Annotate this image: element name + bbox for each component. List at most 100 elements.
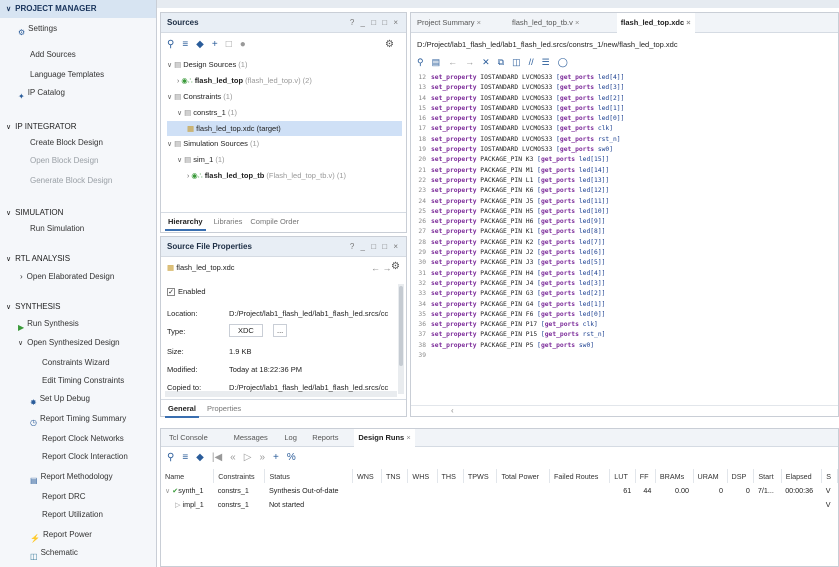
search-icon[interactable]: ⚲ xyxy=(167,452,174,463)
column-header[interactable]: Status xyxy=(264,469,353,483)
column-header[interactable]: FF xyxy=(635,469,656,483)
column-header[interactable]: Name xyxy=(161,469,215,483)
prev-icon[interactable]: « xyxy=(230,452,236,463)
column-header[interactable]: Failed Routes xyxy=(549,469,611,483)
bottom-tab[interactable]: Messages xyxy=(230,429,272,447)
column-header[interactable]: S xyxy=(821,469,838,483)
column-header[interactable]: Elapsed xyxy=(781,469,823,483)
copy-icon[interactable]: ⧉ xyxy=(498,57,504,67)
column-header[interactable]: THS xyxy=(437,469,464,483)
nav-item[interactable]: ∨ Open Synthesized Design xyxy=(0,334,120,352)
gear-icon[interactable]: ⚙ xyxy=(385,37,394,53)
tree-row[interactable]: ∨ ▤ Constraints (1) xyxy=(167,89,402,105)
chevron-down-icon[interactable]: ∨ xyxy=(6,6,11,13)
comment-icon[interactable]: // xyxy=(529,57,534,67)
chevron-down-icon[interactable]: ∨ xyxy=(18,340,23,347)
nav-item[interactable]: ▤ Report Methodology xyxy=(0,468,113,486)
editor-tab[interactable]: Project Summary × xyxy=(413,13,485,33)
panel-controls[interactable]: ? _ □ □ × xyxy=(350,13,400,33)
column-header[interactable]: TNS xyxy=(381,469,409,483)
nav-item[interactable]: ⚙ Settings xyxy=(0,20,57,38)
nav-item[interactable]: ⚡ Report Power xyxy=(0,526,92,544)
undo-icon[interactable]: ← xyxy=(448,57,457,67)
column-header[interactable]: WHS xyxy=(407,469,438,483)
nav-item[interactable]: › Open Elaborated Design xyxy=(0,268,114,286)
tree-row[interactable]: › ◉∴ flash_led_top (flash_led_top.v) (2) xyxy=(167,73,402,89)
nav-item[interactable]: Constraints Wizard xyxy=(0,354,110,372)
column-header[interactable]: DSP xyxy=(727,469,755,483)
expand-icon[interactable]: ◆ xyxy=(196,452,204,463)
expand-icon[interactable]: ◆ xyxy=(196,39,204,50)
close-icon[interactable]: × xyxy=(475,18,481,27)
column-header[interactable]: LUT xyxy=(609,469,636,483)
gear-icon[interactable]: ⚙ xyxy=(391,261,400,272)
search-icon[interactable]: ⚲ xyxy=(167,39,174,50)
nav-item[interactable]: Language Templates xyxy=(0,66,104,84)
tree-row[interactable]: ∨ ▤ Design Sources (1) xyxy=(167,57,402,73)
tree-row[interactable]: ▦ flash_led_top.xdc (target) xyxy=(167,121,402,136)
nav-item[interactable]: Create Block Design xyxy=(0,134,103,152)
nav-item[interactable]: Run Simulation xyxy=(0,220,84,238)
chevron-down-icon[interactable]: ∨ xyxy=(6,124,11,131)
tree-row[interactable]: ∨ ▤ sim_1 (1) xyxy=(167,152,402,168)
nav-item[interactable]: Edit Timing Constraints xyxy=(0,372,124,390)
file-icon[interactable]: □ xyxy=(226,39,232,50)
nav-item[interactable]: ◫ Schematic xyxy=(0,544,78,562)
nav-item[interactable]: Report Utilization xyxy=(0,506,103,524)
add-icon[interactable]: + xyxy=(212,39,218,50)
tree-row[interactable]: › ◉∴ flash_led_top_tb (Flash_led_top_tb.… xyxy=(167,168,402,184)
collapse-icon[interactable]: ≡ xyxy=(182,39,188,50)
chevron-right-icon[interactable]: › xyxy=(20,272,23,281)
bottom-tab[interactable]: Tcl Console xyxy=(165,429,212,447)
tree-row[interactable]: ∨ ▤ constrs_1 (1) xyxy=(167,105,402,121)
next-icon[interactable]: » xyxy=(259,452,265,463)
code-area[interactable]: 12 set_property IOSTANDARD LVCMOS33 [get_… xyxy=(411,73,838,361)
add-icon[interactable]: + xyxy=(273,452,279,463)
paste-icon[interactable]: ◫ xyxy=(512,57,521,67)
bottom-tab[interactable]: Design Runs × xyxy=(354,429,415,447)
tab-hierarchy[interactable]: Hierarchy xyxy=(165,217,206,231)
tab-properties[interactable]: Properties xyxy=(207,404,241,413)
editor-tab[interactable]: flash_led_top.xdc × xyxy=(616,13,695,34)
save-icon[interactable]: ▤ xyxy=(432,57,441,67)
chevron-down-icon[interactable]: ∨ xyxy=(6,256,11,263)
scrollbar[interactable] xyxy=(398,284,404,394)
bottom-tab[interactable]: Log xyxy=(280,429,301,447)
bulb-icon[interactable]: ◯ xyxy=(558,57,568,67)
tab-general[interactable]: General xyxy=(165,404,199,418)
first-icon[interactable]: |◀ xyxy=(212,452,222,463)
panel-controls[interactable]: ? _ □ □ × xyxy=(350,237,400,257)
tab-libraries[interactable]: Libraries xyxy=(214,217,243,226)
nav-item[interactable]: Open Block Design xyxy=(0,152,98,170)
editor-tab[interactable]: flash_led_top_tb.v × xyxy=(508,13,583,33)
column-header[interactable]: Total Power xyxy=(496,469,551,483)
nav-item[interactable]: Report Clock Interaction xyxy=(0,448,128,466)
status-icon[interactable]: ● xyxy=(240,39,246,50)
nav-arrows[interactable]: ← → xyxy=(371,263,392,273)
nav-item[interactable]: Add Sources xyxy=(0,46,76,64)
column-header[interactable]: Start xyxy=(753,469,782,483)
nav-item[interactable]: Generate Block Design xyxy=(0,172,112,190)
column-header[interactable]: WNS xyxy=(352,469,383,483)
column-header[interactable]: Constraints xyxy=(213,469,266,483)
column-header[interactable]: TPWS xyxy=(463,469,498,483)
tree-row[interactable]: ∨ ▤ Simulation Sources (1) xyxy=(167,136,402,152)
tab-compile-order[interactable]: Compile Order xyxy=(250,217,299,226)
column-header[interactable]: BRAMs xyxy=(655,469,694,483)
nav-item[interactable]: ▶ Run Synthesis xyxy=(0,315,79,333)
table-row[interactable]: ▷ impl_1 constrs_1 Not started V xyxy=(161,497,838,511)
close-icon[interactable]: × xyxy=(404,433,410,442)
nav-item[interactable]: Report Clock Networks xyxy=(0,430,124,448)
column-header[interactable]: URAM xyxy=(693,469,728,483)
scrollbar-thumb[interactable] xyxy=(399,286,403,366)
h-scrollbar[interactable]: ‹ xyxy=(411,405,838,417)
chevron-down-icon[interactable]: ∨ xyxy=(6,304,11,311)
percent-icon[interactable]: % xyxy=(287,452,296,463)
play-icon[interactable]: ▷ xyxy=(244,452,252,463)
search-icon[interactable]: ⚲ xyxy=(417,57,424,67)
cut-icon[interactable]: ✕ xyxy=(482,57,490,67)
nav-item[interactable]: Report DRC xyxy=(0,488,86,506)
redo-icon[interactable]: → xyxy=(465,57,474,67)
close-icon[interactable]: × xyxy=(573,18,579,27)
bottom-tab[interactable]: Reports xyxy=(308,429,342,447)
